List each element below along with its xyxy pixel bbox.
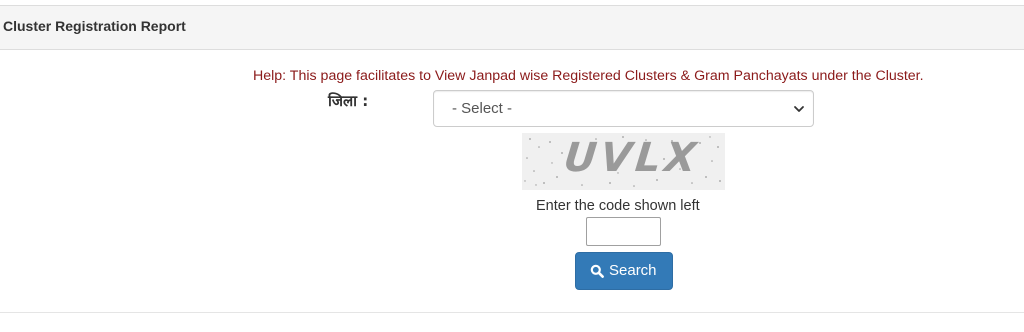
report-panel: Cluster Registration Report Help: This p… [0,0,1024,332]
captcha-code: UVLX [561,135,703,181]
chevron-down-icon [794,106,804,112]
page-title: Cluster Registration Report [3,18,186,34]
search-button[interactable]: Search [575,252,673,290]
district-select-value: - Select - [452,100,513,117]
code-prompt-label: Enter the code shown left [536,198,700,214]
district-label: जिला : [328,92,369,110]
panel-heading: Cluster Registration Report [0,6,1024,50]
captcha-image: UVLX [522,133,725,190]
bottom-divider [0,312,1024,313]
captcha-code-input[interactable] [586,217,661,246]
search-button-label: Search [609,262,657,279]
help-text: Help: This page facilitates to View Janp… [253,68,924,84]
district-select[interactable]: - Select - [433,90,814,127]
search-icon [590,264,604,278]
